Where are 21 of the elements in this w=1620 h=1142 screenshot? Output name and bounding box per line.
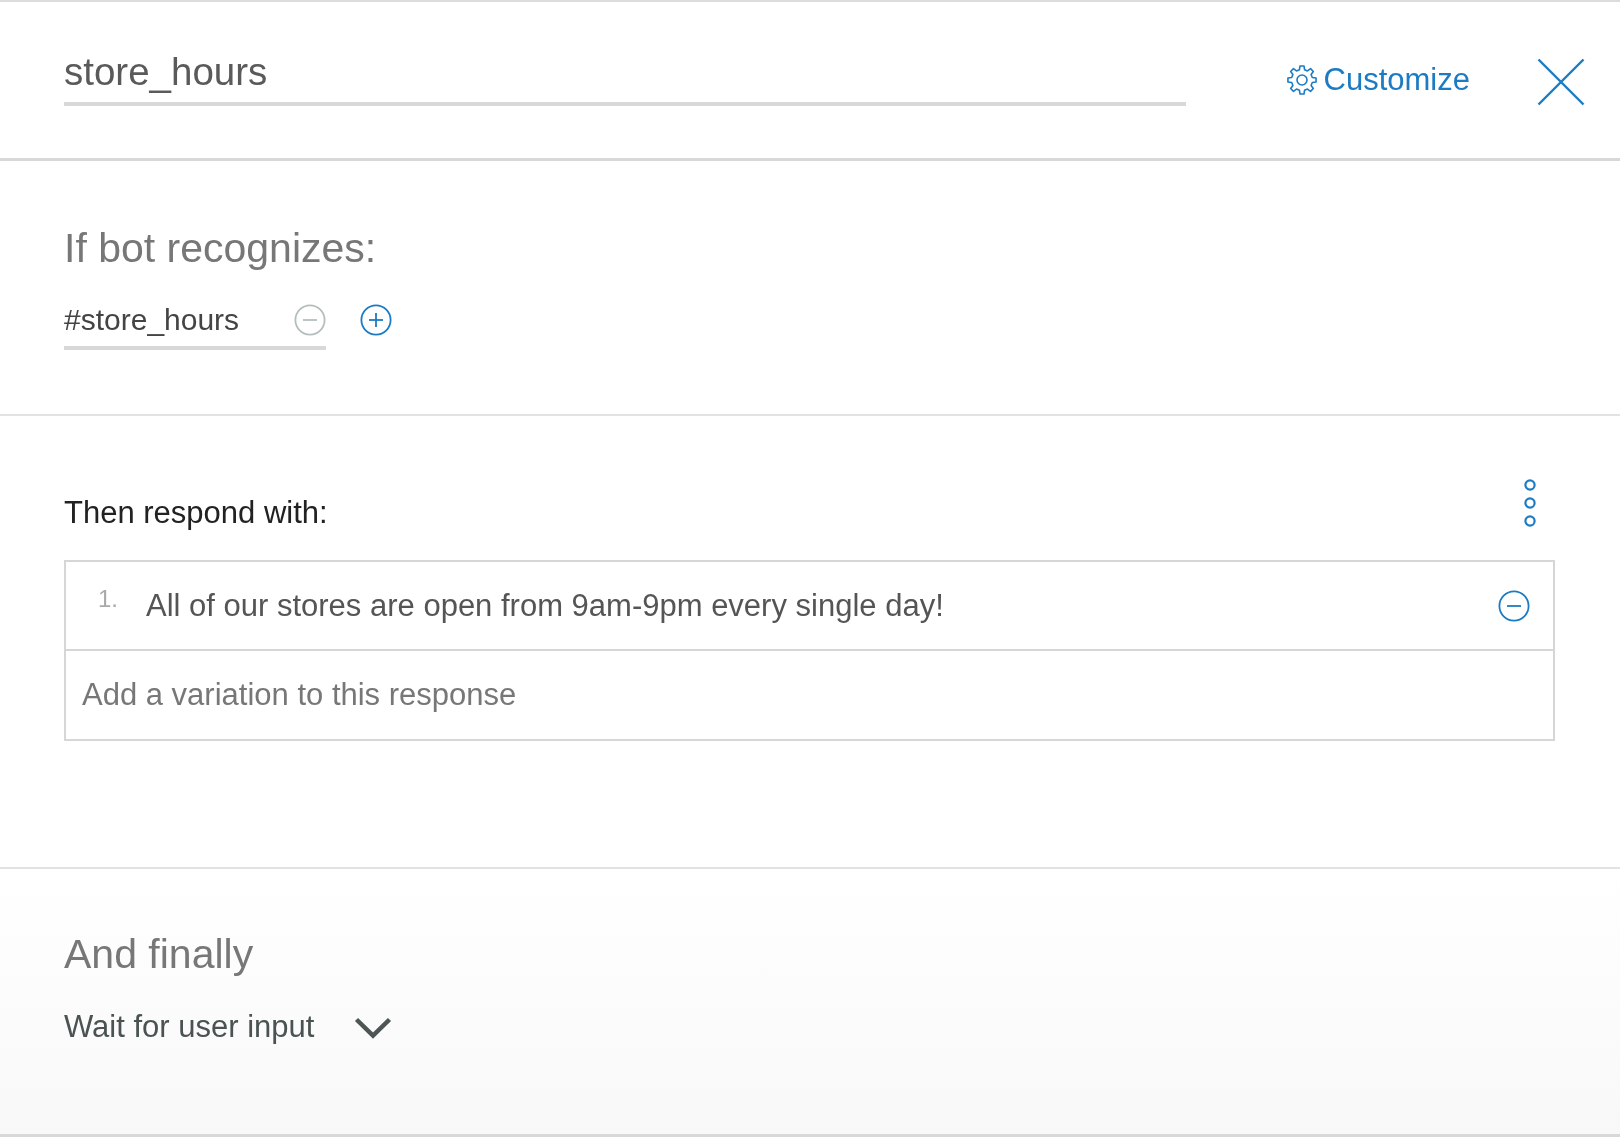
remove-variation-button[interactable] bbox=[1498, 589, 1530, 622]
plus-circle-icon bbox=[360, 304, 392, 336]
add-variation-field[interactable]: Add a variation to this response bbox=[82, 677, 1537, 713]
gear-icon bbox=[1285, 64, 1318, 96]
more-options-button[interactable] bbox=[1523, 479, 1537, 527]
minus-circle-icon bbox=[1498, 589, 1530, 622]
section-heading: And finally bbox=[64, 930, 255, 978]
customize-button[interactable]: Customize bbox=[1285, 62, 1470, 98]
chevron-down-icon bbox=[354, 1017, 393, 1039]
close-button[interactable] bbox=[1537, 58, 1585, 106]
next-step-dropdown[interactable]: Wait for user input bbox=[64, 1009, 393, 1045]
minus-circle-icon bbox=[294, 304, 326, 336]
intent-field[interactable]: #store_hours bbox=[64, 302, 326, 350]
section-heading: If bot recognizes: bbox=[64, 224, 378, 272]
title-field[interactable]: store_hours bbox=[64, 50, 1186, 106]
add-intent-button[interactable] bbox=[360, 304, 392, 336]
close-icon bbox=[1537, 58, 1585, 106]
variation-number: 1. bbox=[98, 584, 118, 613]
vertical-dots-icon bbox=[1523, 479, 1537, 527]
section-heading: Then respond with: bbox=[64, 495, 328, 531]
variation-field[interactable]: All of our stores are open from 9am-9pm every single day! bbox=[146, 587, 1498, 624]
